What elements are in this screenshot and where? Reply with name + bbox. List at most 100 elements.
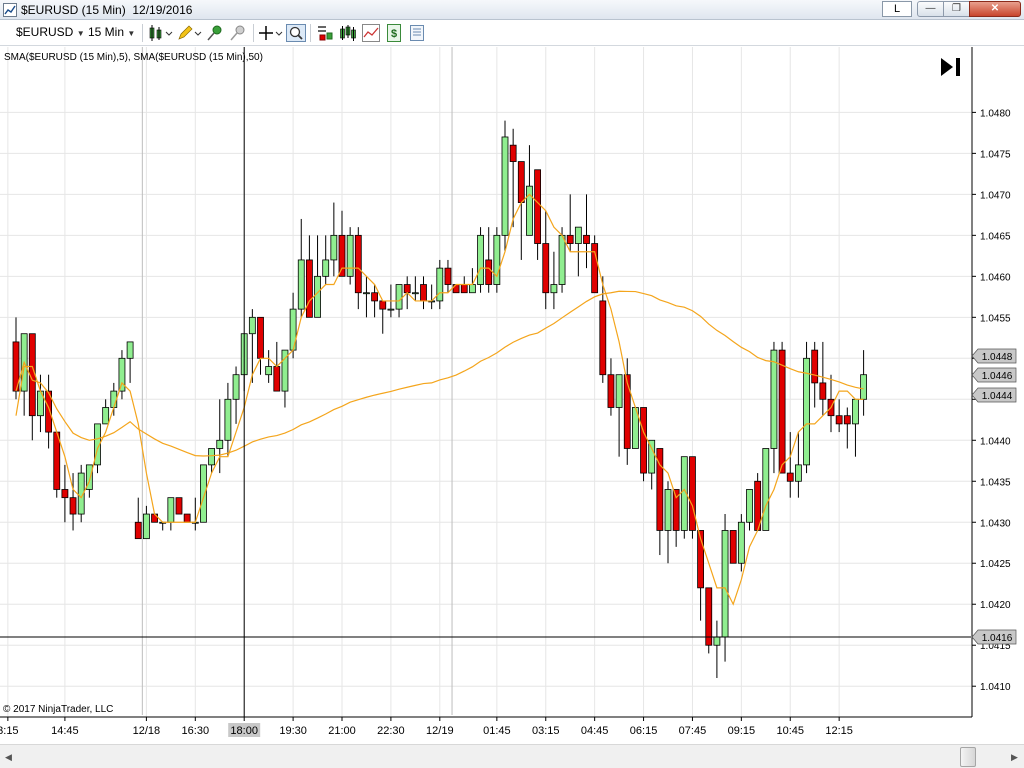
- instrument-selector[interactable]: $EURUSD ▼: [16, 23, 85, 42]
- candle: [224, 382, 232, 457]
- time-tick-label: 18:00: [230, 725, 258, 737]
- global-pin-icon[interactable]: [229, 24, 247, 42]
- price-tick-label: 1.0430: [980, 518, 1011, 529]
- candle: [183, 513, 191, 523]
- candle: [436, 259, 444, 310]
- candle-body: [615, 374, 623, 408]
- link-button[interactable]: L: [882, 1, 912, 17]
- copyright-text: © 2017 NinjaTrader, LLC: [3, 704, 114, 715]
- scroll-left-arrow-icon[interactable]: ◀: [0, 749, 17, 765]
- candle: [680, 456, 688, 539]
- title-bar: $EURUSD (15 Min) 12/19/2016 L — ❐ ✕: [0, 0, 1024, 20]
- candle-body: [411, 292, 419, 295]
- time-tick-label: 22:30: [377, 725, 405, 737]
- candle: [297, 218, 305, 318]
- candle: [754, 473, 762, 531]
- price-badge: 1.0446: [971, 367, 1017, 383]
- candle-body: [346, 234, 354, 277]
- candle: [28, 333, 36, 441]
- candle-body: [297, 259, 305, 310]
- candle-body: [509, 144, 517, 162]
- candle: [363, 276, 370, 318]
- price-tick-label: 1.0475: [980, 149, 1011, 160]
- candle-body: [420, 284, 427, 302]
- candle-body: [273, 366, 281, 392]
- time-tick-label: 09:15: [728, 725, 756, 737]
- candle-body: [746, 489, 753, 523]
- candle-body: [770, 349, 778, 449]
- candle: [501, 120, 509, 252]
- candle-body: [795, 464, 802, 482]
- price-chart[interactable]: 1.04101.04151.04201.04251.04301.04351.04…: [0, 47, 1024, 743]
- jump-to-end-icon[interactable]: [939, 56, 963, 78]
- maximize-button[interactable]: ❐: [943, 1, 970, 17]
- price-axis: 1.04101.04151.04201.04251.04301.04351.04…: [971, 47, 1017, 717]
- candle-body: [534, 169, 541, 244]
- interval-selector[interactable]: 15 Min ▼: [88, 23, 135, 42]
- time-tick-label: 21:00: [328, 725, 356, 737]
- data-box-icon[interactable]: [316, 24, 334, 42]
- candle: [819, 341, 827, 416]
- chart-panel[interactable]: 1.0410 1.0415 1.0420 1.0425 1.0430 1.0435 1.04…: [0, 47, 1024, 743]
- minimize-button[interactable]: —: [917, 1, 944, 17]
- price-badge-label: 1.0416: [982, 633, 1013, 644]
- interval-label: 15 Min: [88, 25, 125, 39]
- candle-body: [583, 234, 590, 244]
- time-tick-label: 16:30: [182, 725, 210, 737]
- ninjatrader-app-icon: [3, 3, 17, 17]
- pencil-draw-icon[interactable]: [176, 24, 202, 42]
- chart-trader-icon[interactable]: $: [385, 24, 403, 42]
- price-badge: 1.0444: [971, 387, 1017, 403]
- candle-body: [607, 374, 615, 408]
- candle: [12, 317, 20, 400]
- candle: [509, 128, 517, 228]
- close-button[interactable]: ✕: [969, 1, 1021, 17]
- candle-body: [444, 267, 452, 285]
- candle: [664, 481, 672, 564]
- candle: [534, 169, 541, 260]
- pin-icon[interactable]: [206, 24, 224, 42]
- candle: [175, 497, 183, 515]
- scrollbar-thumb[interactable]: [960, 747, 976, 767]
- candle-body: [640, 407, 647, 474]
- candle: [444, 259, 452, 293]
- candle-body: [403, 284, 411, 294]
- crosshair-icon[interactable]: [258, 24, 284, 42]
- candle-body: [778, 349, 786, 474]
- bar-type-icon[interactable]: [148, 24, 174, 42]
- candle-body: [53, 431, 61, 490]
- candle-body: [363, 292, 370, 295]
- candle-body: [664, 489, 672, 531]
- candle-body: [330, 234, 338, 261]
- candle: [526, 145, 533, 236]
- scroll-right-arrow-icon[interactable]: ▶: [1006, 749, 1023, 765]
- candle-body: [395, 284, 403, 310]
- candle: [860, 350, 867, 416]
- time-tick-label: 07:45: [679, 725, 707, 737]
- price-badge-label: 1.0448: [982, 352, 1013, 363]
- properties-icon[interactable]: [408, 24, 426, 42]
- price-badge: 1.0416: [971, 629, 1017, 645]
- horizontal-scrollbar[interactable]: ◀ ▶: [0, 744, 1024, 768]
- candle-body: [542, 243, 550, 294]
- time-tick-label: 14:45: [51, 725, 79, 737]
- candle-body: [338, 234, 346, 277]
- candle-body: [819, 382, 827, 400]
- candle-body: [721, 530, 729, 638]
- candle-body: [436, 267, 444, 302]
- candle-body: [167, 497, 175, 523]
- time-tick-label: 04:45: [581, 725, 609, 737]
- candle-body: [314, 275, 321, 318]
- candle-body: [811, 349, 819, 384]
- crosshair: [0, 47, 971, 717]
- candle: [314, 235, 321, 318]
- candle-body: [485, 259, 493, 285]
- candle-body: [623, 374, 631, 449]
- strategies-icon[interactable]: [362, 24, 380, 42]
- candle-body: [387, 308, 395, 311]
- indicators-icon[interactable]: [339, 24, 357, 42]
- candle: [852, 398, 859, 457]
- candle-body: [175, 497, 183, 515]
- zoom-icon[interactable]: [286, 24, 306, 42]
- candle-body: [843, 415, 851, 425]
